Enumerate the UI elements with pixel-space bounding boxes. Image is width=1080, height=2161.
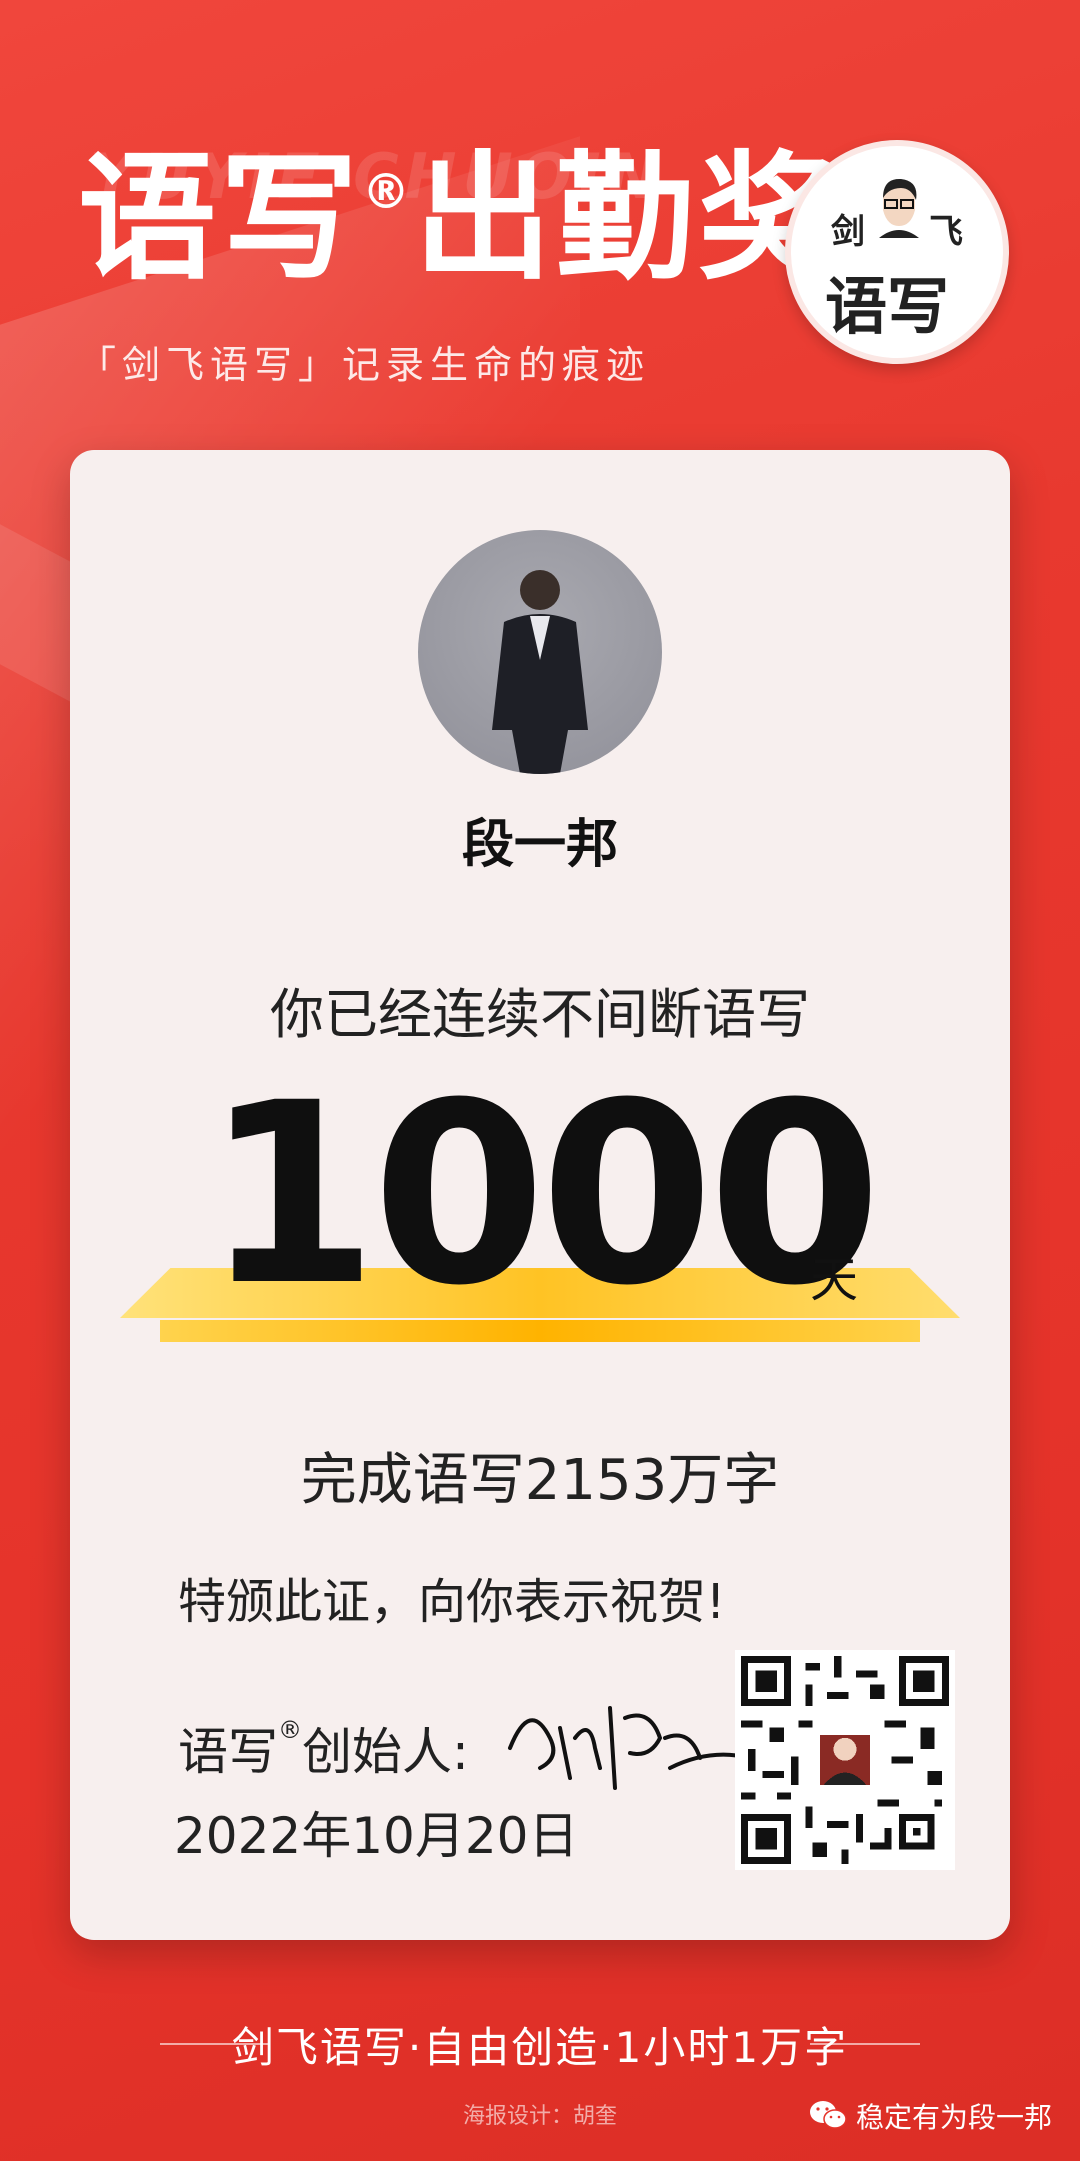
recipient-name: 段一邦 <box>461 815 618 875</box>
avatar <box>418 530 662 774</box>
word-total: 完成语写2153万字 <box>300 1448 780 1513</box>
logo-text-right: 飞 <box>929 212 963 252</box>
logo-text-bottom: 语写 <box>825 270 950 343</box>
qr-pattern <box>741 1656 949 1864</box>
founder-label: 语写®创始人: <box>178 1716 469 1781</box>
qr-code[interactable] <box>735 1650 955 1870</box>
founder-face-icon <box>879 178 919 238</box>
person-photo <box>492 570 588 774</box>
wechat-icon <box>810 2101 847 2129</box>
streak-text: 你已经连续不间断语写 <box>270 983 810 1046</box>
day-unit: 天 <box>810 1252 859 1308</box>
footer-divider-right <box>810 2043 920 2045</box>
page-title: 语写®出勤奖 <box>78 138 841 299</box>
award-card: 段一邦 你已经连续不间断语写 1000 天 完成语写2153万字 特颁此证，向你… <box>70 450 1010 1940</box>
page-subtitle: 「剑飞语写」记录生命的痕迹 <box>78 343 651 387</box>
congrats-text: 特颁此证，向你表示祝贺! <box>178 1574 726 1630</box>
brand-logo: 剑 飞 语写 <box>785 140 1009 364</box>
issue-date: 2022年10月20日 <box>174 1807 579 1865</box>
wechat-account: 稳定有为段一邦 <box>856 2101 1053 2134</box>
day-count: 1000 <box>204 1049 882 1340</box>
logo-text-left: 剑 <box>831 212 865 252</box>
